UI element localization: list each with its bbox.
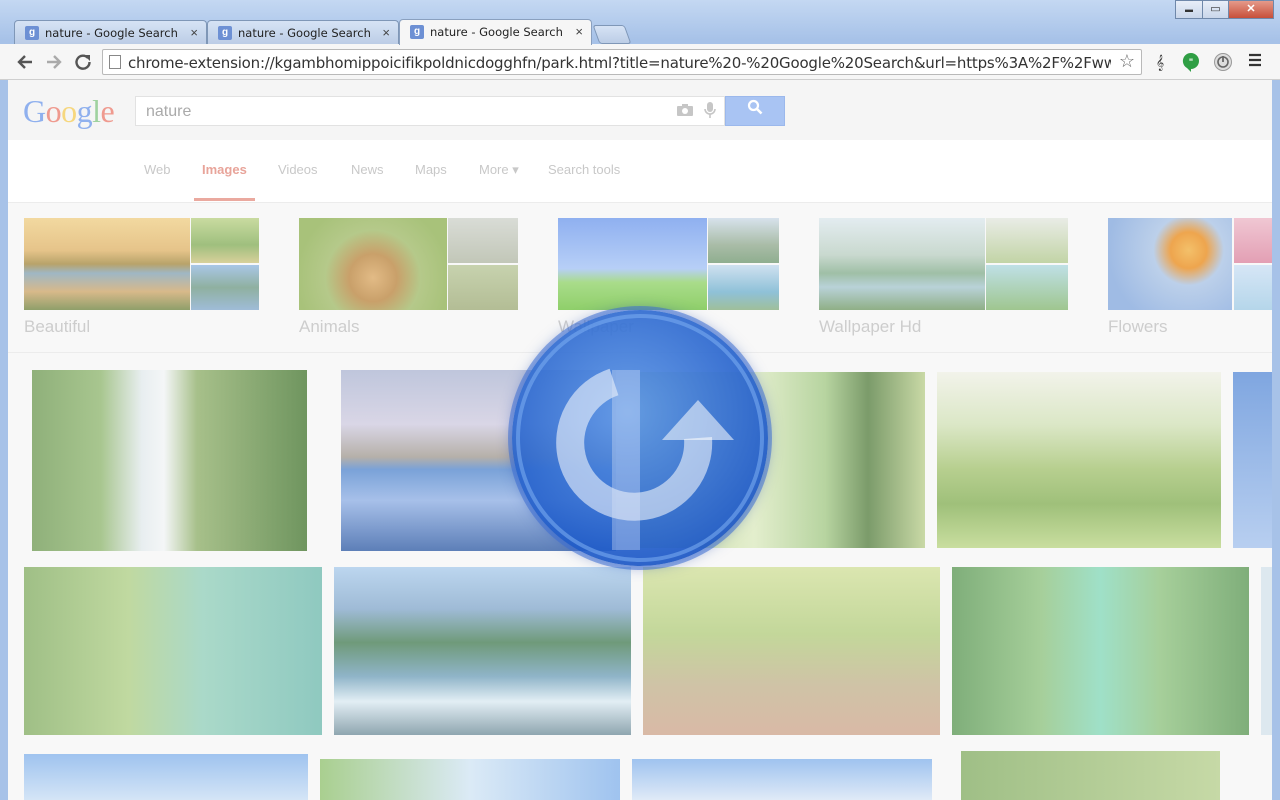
- category-image: [448, 265, 518, 310]
- image-result[interactable]: [334, 567, 631, 735]
- tab-maps[interactable]: Maps: [415, 162, 447, 177]
- url-text[interactable]: chrome-extension://kgambhomippoicifikpol…: [128, 54, 1111, 72]
- reload-button[interactable]: [73, 52, 93, 72]
- image-result[interactable]: [1261, 567, 1272, 735]
- tab-1[interactable]: g nature - Google Search ×: [14, 20, 207, 44]
- image-result[interactable]: [632, 759, 932, 800]
- camera-icon[interactable]: [676, 103, 694, 120]
- microphone-icon[interactable]: [704, 101, 716, 124]
- category-label: Wallpaper Hd: [819, 317, 922, 336]
- search-icon: [747, 99, 763, 115]
- active-tab-indicator: [194, 198, 255, 201]
- category-image: [24, 218, 190, 310]
- image-result[interactable]: [24, 754, 308, 800]
- category-label: Animals: [299, 317, 360, 336]
- tab-title: nature - Google Search: [238, 26, 371, 40]
- category-image: [1234, 218, 1272, 263]
- reload-icon: [75, 54, 91, 70]
- search-tools-button[interactable]: Search tools: [548, 162, 620, 177]
- image-result[interactable]: [961, 751, 1220, 800]
- search-nav: Web Images Videos News Maps More ▾ Searc…: [8, 140, 1272, 203]
- chevron-down-icon: ▾: [512, 162, 519, 177]
- category-image: [986, 218, 1068, 263]
- search-input[interactable]: [144, 102, 648, 122]
- tab-title: nature - Google Search: [45, 26, 178, 40]
- browser-toolbar: chrome-extension://kgambhomippoicifikpol…: [0, 44, 1280, 80]
- google-header: Google: [8, 80, 1272, 140]
- tab-close-icon[interactable]: ×: [190, 25, 198, 40]
- tab-more[interactable]: More ▾: [479, 162, 519, 178]
- category-image: [1234, 265, 1272, 310]
- star-icon[interactable]: ☆: [1119, 51, 1135, 72]
- tab-2[interactable]: g nature - Google Search ×: [207, 20, 399, 44]
- tab-web[interactable]: Web: [144, 162, 171, 177]
- arrow-left-icon: [17, 55, 32, 69]
- google-logo[interactable]: Google: [23, 93, 115, 130]
- tuning-fork-icon[interactable]: 𝄞: [1150, 52, 1170, 72]
- power-icon[interactable]: [1213, 52, 1233, 72]
- search-button[interactable]: [725, 96, 785, 126]
- page-icon: [109, 55, 121, 69]
- category-image: [1108, 218, 1232, 310]
- image-result[interactable]: [32, 370, 307, 551]
- google-favicon-icon: g: [218, 26, 232, 40]
- address-bar[interactable]: chrome-extension://kgambhomippoicifikpol…: [102, 49, 1142, 75]
- search-box[interactable]: [135, 96, 725, 126]
- back-button[interactable]: [15, 52, 35, 72]
- hamburger-menu-icon[interactable]: [1245, 52, 1265, 72]
- tab-images[interactable]: Images: [202, 162, 247, 177]
- category-label: Beautiful: [24, 317, 91, 336]
- tab-more-label: More: [479, 162, 509, 177]
- image-result[interactable]: [24, 567, 322, 735]
- maximize-button[interactable]: ▭: [1202, 0, 1229, 19]
- forward-button[interactable]: [44, 52, 64, 72]
- minimize-button[interactable]: ▬: [1175, 0, 1203, 19]
- new-tab-button[interactable]: [592, 25, 632, 44]
- restore-tab-icon: [516, 314, 764, 562]
- tab-strip: g nature - Google Search × g nature - Go…: [0, 0, 1280, 45]
- tab-news[interactable]: News: [351, 162, 384, 177]
- image-result[interactable]: [320, 759, 620, 800]
- category-label: Flowers: [1108, 317, 1168, 336]
- category-image: [708, 265, 779, 310]
- category-image: [299, 218, 447, 310]
- image-result[interactable]: [1233, 372, 1272, 548]
- image-result[interactable]: [937, 372, 1221, 548]
- browser-window: g nature - Google Search × g nature - Go…: [0, 0, 1280, 800]
- tab-close-icon[interactable]: ×: [575, 24, 583, 39]
- close-window-button[interactable]: ✕: [1228, 0, 1274, 19]
- image-result[interactable]: [952, 567, 1249, 735]
- category-image: [558, 218, 707, 310]
- arrow-right-icon: [47, 55, 62, 69]
- image-result[interactable]: [643, 567, 940, 735]
- tab-close-icon[interactable]: ×: [382, 25, 390, 40]
- category-image: [819, 218, 985, 310]
- category-image: [191, 265, 259, 310]
- google-favicon-icon: g: [25, 26, 39, 40]
- svg-text:": ": [1189, 57, 1193, 67]
- tab-3-active[interactable]: g nature - Google Search ×: [399, 19, 592, 45]
- hangouts-icon[interactable]: ": [1181, 52, 1201, 72]
- tab-videos[interactable]: Videos: [278, 162, 318, 177]
- category-image: [191, 218, 259, 263]
- category-image: [986, 265, 1068, 310]
- tab-title: nature - Google Search: [430, 25, 563, 39]
- google-favicon-icon: g: [410, 25, 424, 39]
- category-image: [448, 218, 518, 263]
- category-image: [708, 218, 779, 263]
- restore-tab-overlay[interactable]: [512, 310, 768, 566]
